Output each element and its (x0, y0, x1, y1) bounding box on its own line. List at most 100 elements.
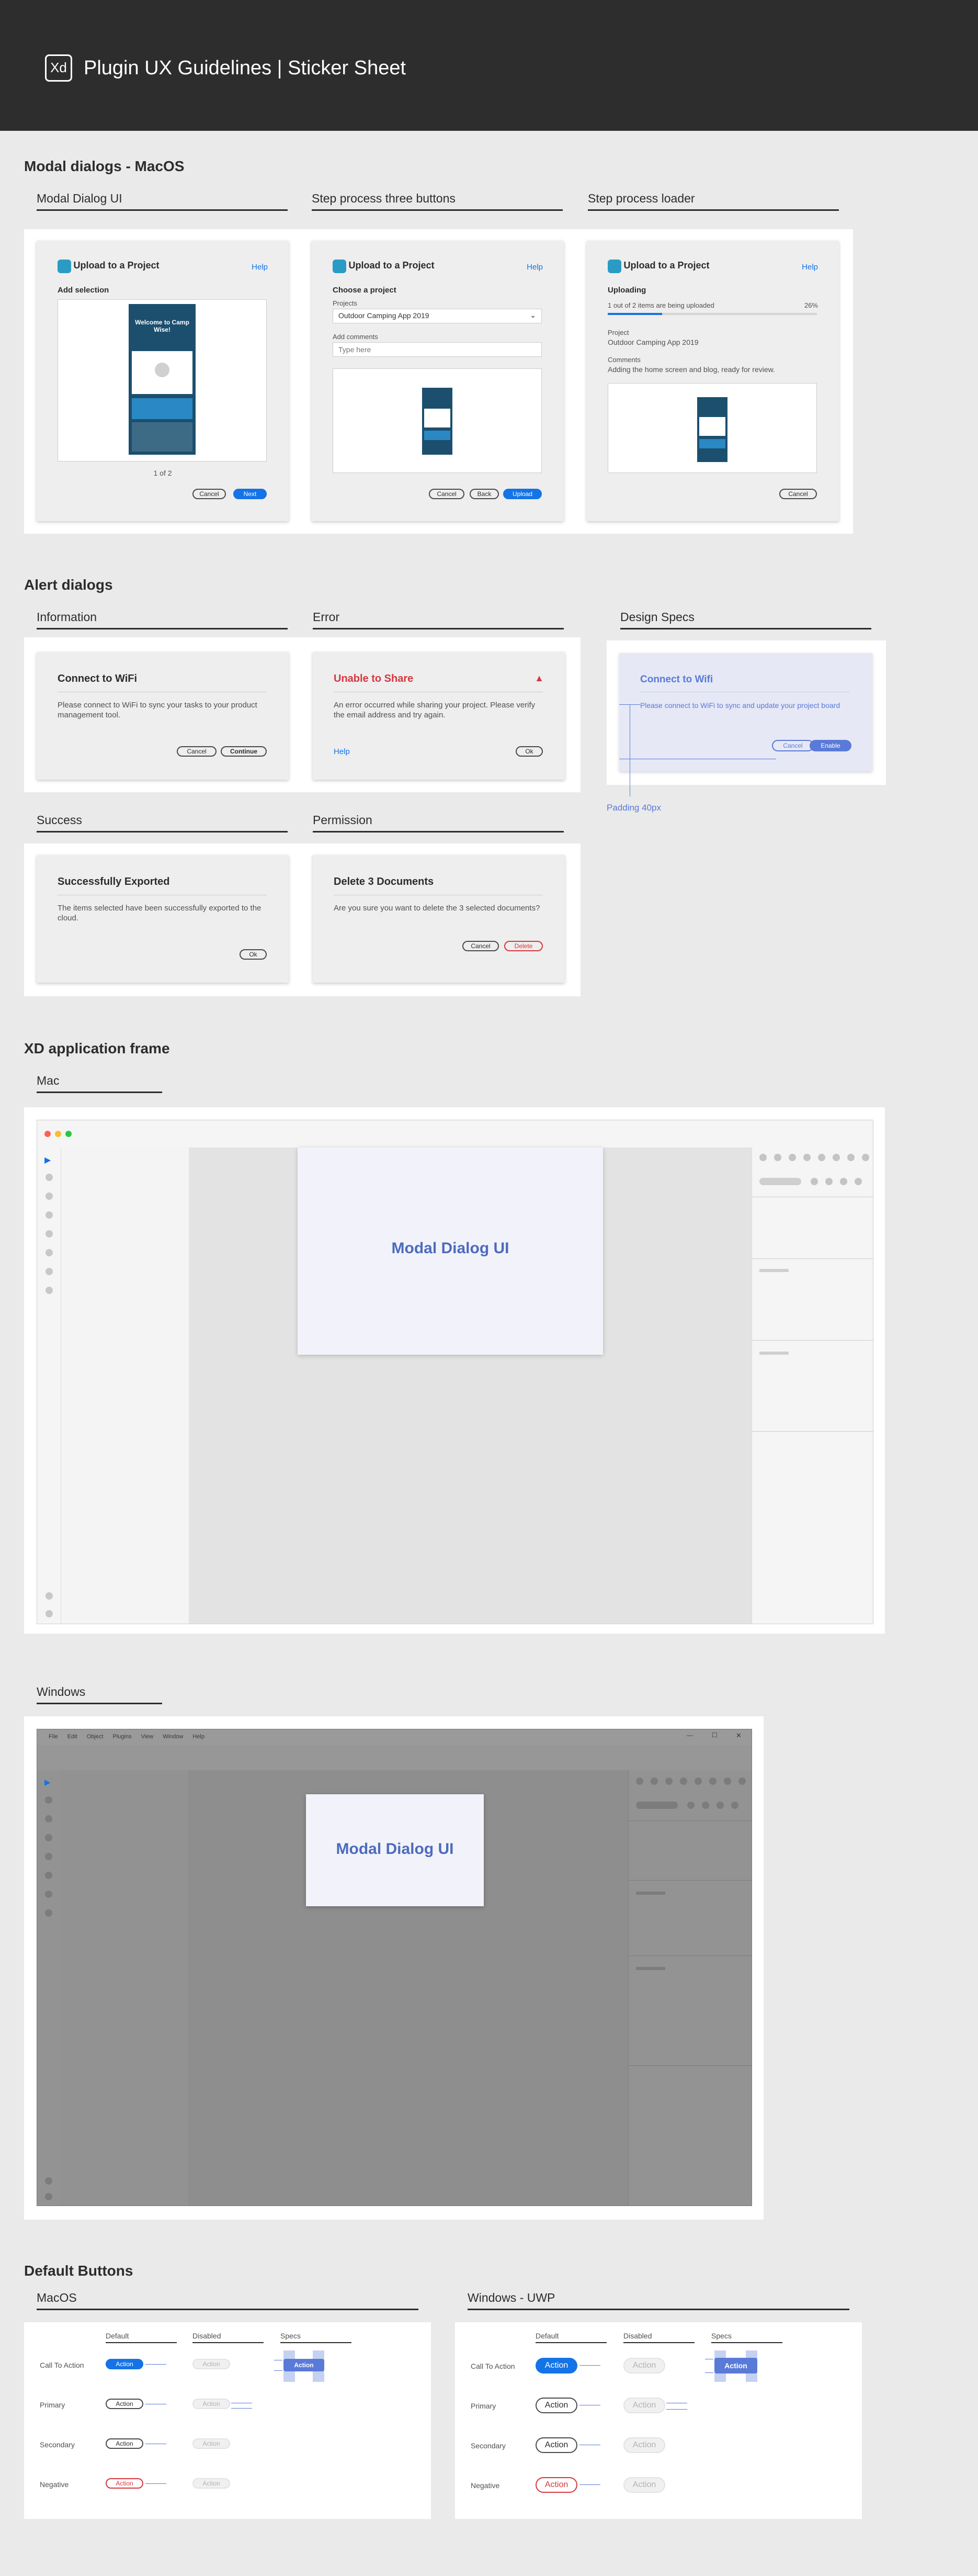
tool-icon[interactable] (46, 1249, 53, 1256)
divider (629, 1820, 752, 1821)
cancel-button[interactable]: Cancel (779, 489, 817, 499)
cancel-button[interactable]: Cancel (462, 941, 499, 951)
back-button[interactable]: Back (470, 489, 499, 499)
align-icon[interactable] (724, 1778, 731, 1785)
align-icon[interactable] (774, 1154, 781, 1161)
tool-icon[interactable] (45, 2193, 52, 2200)
boolean-icon[interactable] (811, 1178, 818, 1185)
tool-icon[interactable] (45, 1815, 52, 1823)
cta-button-disabled: Action (192, 2359, 230, 2369)
tool-icon[interactable] (45, 2177, 52, 2185)
select-tool-icon[interactable]: ▶ (44, 1155, 51, 1165)
alert-design-specs: Connect to Wifi Please connect to WiFi t… (619, 653, 872, 771)
help-link[interactable]: Help (802, 263, 818, 272)
inspector-section-label (636, 1967, 665, 1970)
align-icon[interactable] (818, 1154, 825, 1161)
ok-button[interactable]: Ok (516, 746, 543, 757)
align-icon[interactable] (847, 1154, 855, 1161)
menu-plugins[interactable]: Plugins (113, 1734, 132, 1740)
col-default: Default (106, 2332, 129, 2340)
boolean-icon[interactable] (687, 1802, 695, 1809)
ok-button[interactable]: Ok (240, 949, 267, 960)
continue-button[interactable]: Continue (221, 746, 267, 757)
zoom-window-button[interactable] (65, 1131, 72, 1137)
boolean-icon[interactable] (731, 1802, 738, 1809)
cta-button-default[interactable]: Action (536, 2358, 577, 2373)
cancel-button[interactable]: Cancel (192, 489, 226, 499)
tool-icon[interactable] (46, 1610, 53, 1617)
select-tool-icon[interactable]: ▶ (44, 1778, 51, 1787)
menu-file[interactable]: File (49, 1734, 58, 1740)
align-icon[interactable] (651, 1778, 658, 1785)
group-rule (588, 209, 839, 211)
negative-button-default[interactable]: Action (536, 2477, 577, 2493)
primary-button-default[interactable]: Action (106, 2399, 143, 2409)
menu-window[interactable]: Window (163, 1734, 183, 1740)
negative-button-default[interactable]: Action (106, 2478, 143, 2489)
tool-icon[interactable] (45, 1891, 52, 1898)
align-icon[interactable] (665, 1778, 673, 1785)
tool-icon[interactable] (46, 1211, 53, 1219)
close-window-button[interactable] (44, 1131, 51, 1137)
align-icon[interactable] (680, 1778, 687, 1785)
tool-icon[interactable] (46, 1230, 53, 1238)
comments-input[interactable] (333, 342, 542, 357)
secondary-button-default[interactable]: Action (106, 2438, 143, 2449)
cancel-button[interactable]: Cancel (772, 740, 814, 751)
chevron-down-icon: ⌄ (530, 311, 536, 319)
align-icon[interactable] (636, 1778, 643, 1785)
enable-button[interactable]: Enable (810, 740, 851, 751)
boolean-icon[interactable] (717, 1802, 724, 1809)
align-icon[interactable] (695, 1778, 702, 1785)
help-link[interactable]: Help (334, 747, 350, 756)
menu-object[interactable]: Object (87, 1734, 104, 1740)
boolean-icon[interactable] (825, 1178, 833, 1185)
secondary-button-default[interactable]: Action (536, 2437, 577, 2453)
align-icon[interactable] (833, 1154, 840, 1161)
tool-icon[interactable] (46, 1174, 53, 1181)
align-icon[interactable] (759, 1154, 767, 1161)
next-button[interactable]: Next (233, 489, 267, 499)
group-rule (312, 209, 563, 211)
tool-icon[interactable] (46, 1287, 53, 1294)
repeat-grid-button[interactable] (759, 1178, 801, 1185)
boolean-icon[interactable] (702, 1802, 709, 1809)
align-icon[interactable] (789, 1154, 796, 1161)
align-icon[interactable] (803, 1154, 811, 1161)
tool-icon[interactable] (46, 1592, 53, 1600)
minimize-window-button[interactable] (55, 1131, 61, 1137)
windows-app-window: File Edit Object Plugins View Window Hel… (37, 1729, 752, 2206)
upload-button[interactable]: Upload (503, 489, 542, 499)
help-link[interactable]: Help (252, 263, 268, 272)
close-icon[interactable]: ✕ (736, 1731, 742, 1740)
progress-text: 1 out of 2 items are being uploaded (608, 301, 714, 309)
help-link[interactable]: Help (527, 263, 543, 272)
boolean-icon[interactable] (855, 1178, 862, 1185)
cancel-button[interactable]: Cancel (177, 746, 217, 757)
align-icon[interactable] (738, 1778, 746, 1785)
phone-banner (132, 398, 192, 419)
minimize-icon[interactable]: — (687, 1731, 693, 1739)
cta-button-default[interactable]: Action (106, 2359, 143, 2369)
align-icon[interactable] (862, 1154, 869, 1161)
align-icon[interactable] (709, 1778, 717, 1785)
tool-icon[interactable] (45, 1853, 52, 1860)
menu-edit[interactable]: Edit (67, 1734, 77, 1740)
phone-preview (697, 397, 727, 462)
menu-view[interactable]: View (141, 1734, 154, 1740)
project-select[interactable]: Outdoor Camping App 2019 ⌄ (333, 309, 542, 323)
tool-icon[interactable] (45, 1872, 52, 1879)
tool-icon[interactable] (46, 1193, 53, 1200)
primary-button-default[interactable]: Action (536, 2398, 577, 2413)
boolean-icon[interactable] (840, 1178, 847, 1185)
tool-icon[interactable] (45, 1909, 52, 1917)
tool-icon[interactable] (46, 1268, 53, 1275)
tool-icon[interactable] (45, 1796, 52, 1804)
negative-button-disabled: Action (192, 2478, 230, 2489)
maximize-icon[interactable]: ☐ (712, 1731, 718, 1739)
repeat-grid-button[interactable] (636, 1802, 678, 1809)
cancel-button[interactable]: Cancel (429, 489, 464, 499)
tool-icon[interactable] (45, 1834, 52, 1841)
menu-help[interactable]: Help (192, 1734, 204, 1740)
delete-button[interactable]: Delete (504, 941, 543, 951)
